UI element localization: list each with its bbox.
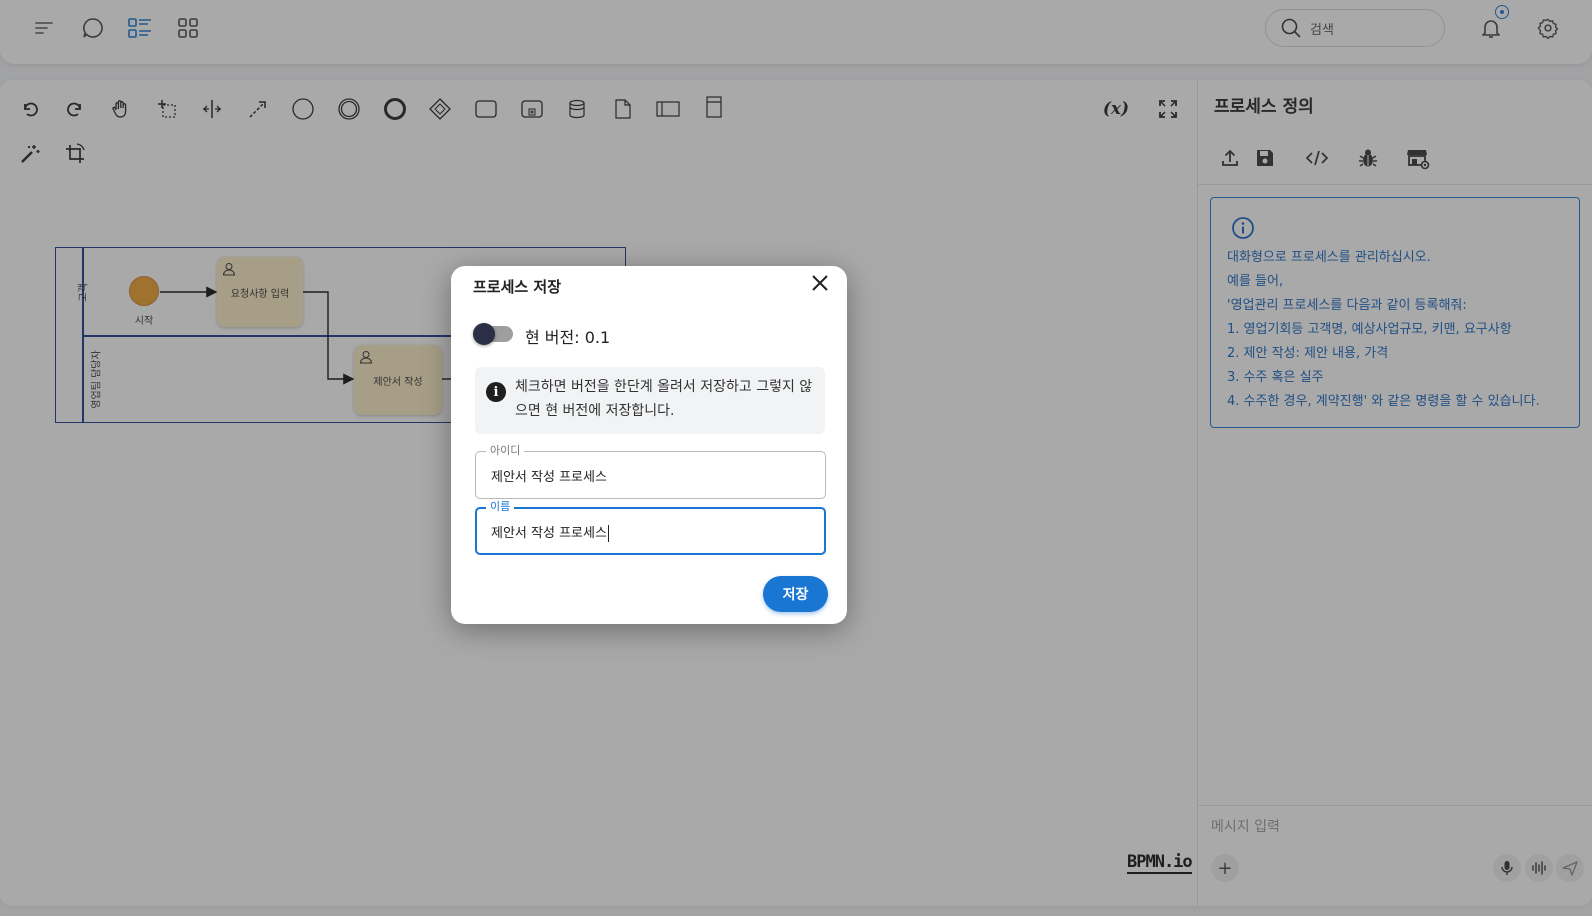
version-up-toggle[interactable] — [473, 323, 513, 345]
id-field[interactable]: 아이디 제안서 작성 프로세스 — [475, 444, 826, 499]
name-field-value-wrap: 제안서 작성 프로세스 — [491, 522, 609, 542]
alert-text: 체크하면 버전을 한단계 올려서 저장하고 그렇지 않으면 현 버전에 저장합니… — [515, 379, 813, 419]
save-button[interactable]: 저장 — [763, 576, 828, 612]
text-caret — [607, 525, 609, 542]
name-field-label: 이름 — [486, 500, 515, 514]
name-field-value: 제안서 작성 프로세스 — [491, 526, 607, 541]
close-icon[interactable] — [807, 270, 833, 296]
info-alert: i 체크하면 버전을 한단계 올려서 저장하고 그렇지 않으면 현 버전에 저장… — [475, 367, 825, 434]
info-icon: i — [486, 382, 506, 402]
dialog-title: 프로세스 저장 — [473, 278, 562, 296]
id-field-value: 제안서 작성 프로세스 — [491, 470, 607, 485]
save-process-dialog: 프로세스 저장 현 버전: 0.1 i 체크하면 버전을 한단계 올려서 저장하… — [451, 266, 847, 624]
version-label: 현 버전: 0.1 — [525, 328, 611, 347]
toggle-knob — [473, 323, 495, 345]
name-field[interactable]: 이름 제안서 작성 프로세스 — [475, 500, 826, 555]
id-field-label: 아이디 — [486, 444, 525, 458]
